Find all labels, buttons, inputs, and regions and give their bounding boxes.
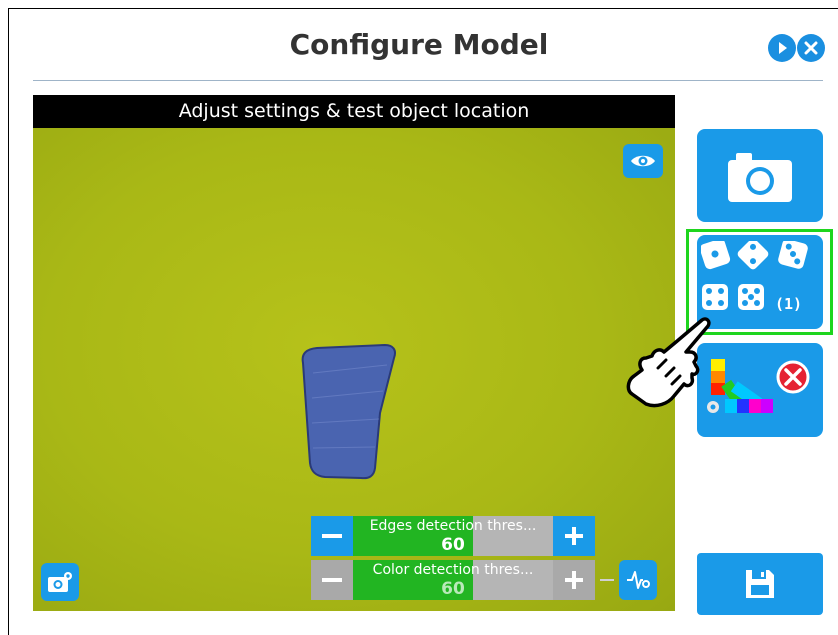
edges-increase-button[interactable]	[553, 516, 595, 556]
plus-icon	[565, 571, 583, 589]
minus-icon	[322, 578, 342, 582]
edges-slider-value: 60	[441, 535, 465, 555]
camera-settings-button[interactable]	[41, 563, 79, 601]
color-decrease-button[interactable]	[311, 560, 353, 600]
close-button[interactable]	[797, 34, 825, 62]
capture-button[interactable]	[697, 129, 823, 222]
save-icon	[746, 570, 774, 598]
color-slider-value: 60	[441, 579, 465, 599]
page-title: Configure Model	[289, 28, 549, 61]
color-slider-track[interactable]: Color detection thres... 60	[353, 560, 553, 600]
edges-slider-track[interactable]: Edges detection thres... 60	[353, 516, 553, 556]
color-slider-label: Color detection thres...	[372, 562, 534, 578]
minus-icon	[322, 534, 342, 538]
color-palette-icon	[707, 359, 810, 413]
play-button[interactable]	[768, 34, 796, 62]
camera-icon	[728, 153, 792, 202]
plus-icon	[565, 527, 583, 545]
eye-icon	[631, 155, 655, 167]
title-divider	[33, 80, 823, 81]
save-button[interactable]	[697, 553, 823, 615]
camera-viewer[interactable]: Adjust settings & test object location E…	[33, 95, 675, 611]
play-icon	[779, 42, 787, 54]
camera-settings-icon	[48, 572, 72, 592]
edges-slider-label: Edges detection thres...	[369, 518, 537, 534]
connector-line	[600, 579, 614, 581]
detected-object	[301, 343, 396, 480]
edges-decrease-button[interactable]	[311, 516, 353, 556]
signal-button[interactable]	[619, 560, 657, 600]
viewer-caption: Adjust settings & test object location	[33, 95, 675, 128]
close-icon	[804, 41, 818, 55]
color-increase-button[interactable]	[553, 560, 595, 600]
hand-pointer-icon	[626, 317, 711, 408]
eye-button[interactable]	[623, 144, 663, 178]
signal-icon	[627, 571, 650, 589]
